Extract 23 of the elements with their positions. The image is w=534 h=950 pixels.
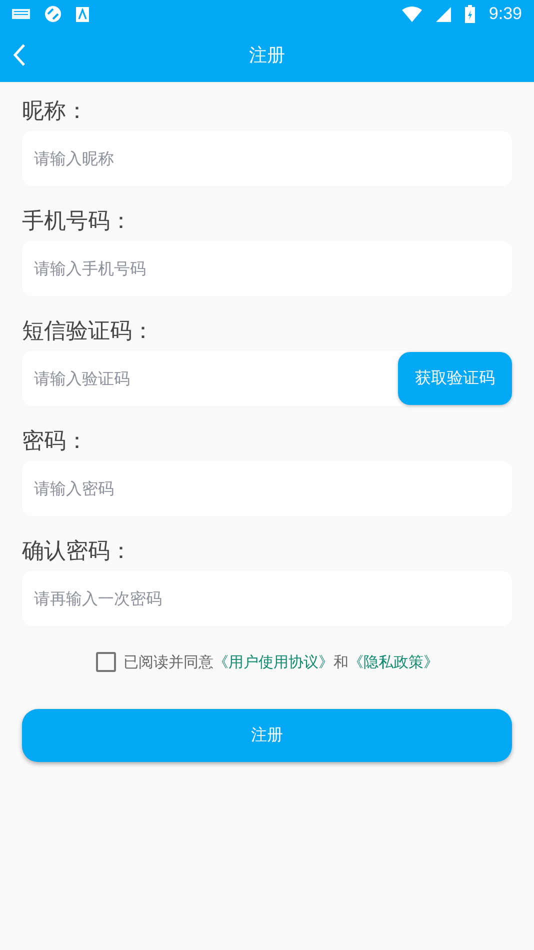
- field-label: 确认密码：: [22, 538, 133, 566]
- field-label: 昵称：: [22, 98, 89, 126]
- input-field[interactable]: 请输入昵称: [22, 131, 512, 186]
- agree-checkbox[interactable]: [96, 652, 116, 672]
- battery-icon: [464, 5, 475, 23]
- input-field[interactable]: 请再输入一次密码: [22, 571, 512, 626]
- field-label: 短信验证码：: [22, 318, 155, 346]
- status-time: 9:39: [488, 4, 522, 24]
- keyboard-icon: [12, 9, 30, 19]
- back-icon[interactable]: [12, 43, 26, 67]
- signal-icon: [436, 6, 451, 22]
- user-agreement-link[interactable]: 《用户使用协议》: [214, 652, 334, 672]
- input-field[interactable]: 请输入密码: [22, 461, 512, 516]
- field-label: 密码：: [22, 428, 89, 456]
- page-title: 注册: [249, 44, 285, 67]
- privacy-policy-link[interactable]: 《隐私政策》: [348, 652, 438, 672]
- field-label: 手机号码：: [22, 208, 133, 236]
- register-button[interactable]: 注册: [22, 709, 512, 762]
- agreement-text: 已阅读并同意: [124, 652, 214, 672]
- input-field[interactable]: 请输入手机号码: [22, 241, 512, 296]
- input-field[interactable]: 请输入验证码: [22, 351, 406, 406]
- wifi-icon: [402, 6, 422, 22]
- and-text: 和: [334, 652, 348, 672]
